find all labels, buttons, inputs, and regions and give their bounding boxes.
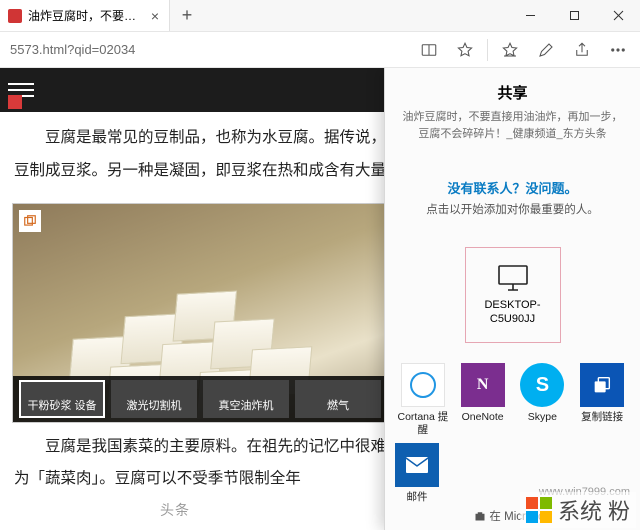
nearby-device[interactable]: DESKTOP-C5U90JJ (465, 247, 561, 343)
share-app-onenote[interactable]: N OneNote (455, 363, 511, 435)
share-icon[interactable] (566, 34, 598, 66)
webpage-content: XR发售无人排队 豆腐是最常见的豆制品，也称为水豆腐。据传说，它是汉代淮产过程是… (0, 68, 640, 530)
tab-title: 油炸豆腐时，不要直接 (28, 7, 143, 24)
share-apps-row: Cortana 提醒 N OneNote S Skype 复制链接 (385, 349, 640, 435)
close-window-button[interactable] (596, 0, 640, 31)
overlay-watermark-text: 头条 (160, 500, 190, 520)
gallery-icon[interactable] (19, 210, 41, 232)
no-contacts-heading: 没有联系人？没问题。 (403, 178, 622, 197)
ad-thumb[interactable]: 激光切割机 (111, 380, 197, 418)
store-icon (474, 510, 486, 522)
device-name: DESKTOP-C5U90JJ (484, 299, 540, 327)
share-app-cortana[interactable]: Cortana 提醒 (395, 363, 451, 435)
url-text[interactable]: 5573.html?qid=02034 (6, 42, 409, 57)
copy-link-icon (580, 363, 624, 407)
hamburger-menu-icon[interactable] (8, 77, 34, 103)
maximize-button[interactable] (552, 0, 596, 31)
toolbar-separator (487, 39, 488, 61)
cortana-icon (401, 363, 445, 407)
no-contacts-sub: 点击以开始添加对你最重要的人。 (403, 201, 622, 217)
desktop-icon (496, 263, 530, 293)
share-app-skype[interactable]: S Skype (515, 363, 571, 435)
favorites-hub-icon[interactable] (494, 34, 526, 66)
share-subtitle: 油炸豆腐时，不要直接用油油炸，再加一步，豆腐不会碎碎片！_健康频道_东方头条 (399, 109, 626, 142)
favorite-star-icon[interactable] (449, 34, 481, 66)
minimize-button[interactable] (508, 0, 552, 31)
favicon (8, 9, 22, 23)
notes-icon[interactable] (530, 34, 562, 66)
reading-view-icon[interactable] (413, 34, 445, 66)
share-app-copylink[interactable]: 复制链接 (574, 363, 630, 435)
more-icon[interactable] (602, 34, 634, 66)
share-app-mail[interactable]: 邮件 (395, 443, 439, 515)
share-contacts-section[interactable]: 没有联系人？没问题。 点击以开始添加对你最重要的人。 (385, 152, 640, 229)
share-panel: 共享 油炸豆腐时，不要直接用油油炸，再加一步，豆腐不会碎碎片！_健康频道_东方头… (384, 68, 640, 530)
ad-thumb[interactable]: 真空油炸机 (203, 380, 289, 418)
share-title: 共享 (399, 82, 626, 103)
close-tab-icon[interactable]: × (149, 8, 161, 24)
window-titlebar: 油炸豆腐时，不要直接 × + (0, 0, 640, 32)
ad-thumb[interactable]: 干粉砂浆 设备 (19, 380, 105, 418)
ad-thumb[interactable]: 燃气 (295, 380, 381, 418)
address-bar: 5573.html?qid=02034 (0, 32, 640, 68)
mail-icon (395, 443, 439, 487)
onenote-icon: N (461, 363, 505, 407)
logo-mark (8, 95, 22, 109)
watermark-brand: 系统粉 (520, 492, 636, 528)
microsoft-logo-icon (526, 497, 552, 523)
new-tab-button[interactable]: + (170, 0, 204, 31)
browser-tab[interactable]: 油炸豆腐时，不要直接 × (0, 0, 170, 31)
skype-icon: S (520, 363, 564, 407)
